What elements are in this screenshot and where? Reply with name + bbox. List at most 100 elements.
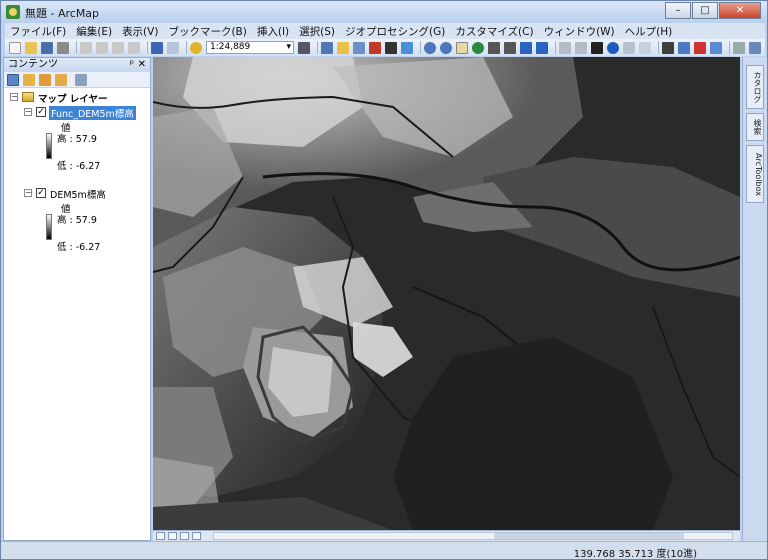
list-by-drawing-order-icon[interactable] <box>7 73 19 86</box>
forward-extent-icon[interactable] <box>536 41 548 54</box>
new-document-icon[interactable] <box>9 41 21 54</box>
horizontal-scrollbar[interactable] <box>213 532 733 540</box>
toc-options-icon[interactable] <box>75 73 87 86</box>
title-bar: 無題 - ArcMap – □ ✕ <box>1 1 767 23</box>
catalog-window-icon[interactable] <box>337 41 349 54</box>
select-by-rectangle-icon[interactable] <box>559 41 571 54</box>
layer-2-visibility-checkbox[interactable]: ✓ <box>36 188 46 198</box>
table-of-contents-panel: コンテンツ ᵖ ✕ − マップ レイヤー − ✓ Func_DEM5m標高 値 … <box>3 57 151 541</box>
create-viewer-window-icon[interactable] <box>749 41 761 54</box>
pause-drawing-button[interactable] <box>192 532 201 540</box>
model-builder-icon[interactable] <box>401 41 413 54</box>
select-elements-arrow-icon[interactable] <box>591 41 603 54</box>
fixed-zoom-in-icon[interactable] <box>488 41 500 54</box>
save-icon[interactable] <box>41 41 53 54</box>
delete-icon[interactable] <box>128 41 140 54</box>
time-slider-icon[interactable] <box>733 41 745 54</box>
menu-bookmarks[interactable]: ブックマーク(B) <box>163 24 251 39</box>
find-route-icon[interactable] <box>678 41 690 54</box>
menu-view[interactable]: 表示(V) <box>117 24 163 39</box>
full-extent-icon[interactable] <box>472 41 484 54</box>
layer-2-name[interactable]: DEM5m標高 <box>50 187 106 201</box>
cut-icon[interactable] <box>80 41 92 54</box>
arctoolbox-icon[interactable] <box>369 41 381 54</box>
find-binoculars-icon[interactable] <box>662 41 674 54</box>
coordinate-readout: 139.768 35.713 度(10進) <box>573 549 697 560</box>
layer-2-low-label: 低 : -6.27 <box>57 242 101 253</box>
toc-close-icon[interactable]: ✕ <box>138 58 146 72</box>
collapse-toggle-layer-1[interactable]: − <box>24 108 32 116</box>
html-popup-icon[interactable] <box>623 41 635 54</box>
layers-group-icon <box>22 92 34 102</box>
back-extent-icon[interactable] <box>520 41 532 54</box>
measure-icon[interactable] <box>710 41 722 54</box>
map-scale-dropdown[interactable]: 1:24,889 <box>206 41 294 54</box>
map-view-controls <box>153 530 740 541</box>
layer-1-visibility-checkbox[interactable]: ✓ <box>36 107 46 117</box>
layer-1-low-label: 低 : -6.27 <box>57 161 101 172</box>
toolbar-separator <box>658 41 659 54</box>
add-data-icon[interactable] <box>190 41 202 54</box>
maximize-button[interactable]: □ <box>692 2 718 19</box>
zoom-in-icon[interactable] <box>424 41 436 54</box>
map-display[interactable] <box>153 57 740 530</box>
toolbar-separator <box>555 41 556 54</box>
minimize-button[interactable]: – <box>665 2 691 19</box>
catalog-tab[interactable]: カタログ <box>746 65 764 109</box>
go-to-xy-icon[interactable] <box>694 41 706 54</box>
redo-icon[interactable] <box>167 41 179 54</box>
list-by-visibility-icon[interactable] <box>39 73 51 86</box>
undo-icon[interactable] <box>151 41 163 54</box>
toc-toolbar <box>4 72 150 88</box>
layer-1-name[interactable]: Func_DEM5m標高 <box>49 106 136 120</box>
zoom-out-icon[interactable] <box>440 41 452 54</box>
toolbar-separator <box>729 41 730 54</box>
pan-hand-icon[interactable] <box>456 41 468 54</box>
layer-1-stretch-ramp <box>46 133 52 159</box>
menu-geoprocessing[interactable]: ジオプロセシング(G) <box>340 24 450 39</box>
arcmap-app-icon <box>6 5 20 19</box>
copy-icon[interactable] <box>96 41 108 54</box>
toc-header: コンテンツ ᵖ ✕ <box>4 58 150 72</box>
list-by-selection-icon[interactable] <box>55 73 67 86</box>
close-button[interactable]: ✕ <box>719 2 761 19</box>
menu-edit[interactable]: 編集(E) <box>71 24 117 39</box>
window-title: 無題 - ArcMap <box>25 7 100 20</box>
menu-insert[interactable]: 挿入(I) <box>252 24 294 39</box>
clear-selection-icon[interactable] <box>575 41 587 54</box>
dem-raster <box>153 57 740 530</box>
python-window-icon[interactable] <box>385 41 397 54</box>
layer-1-high-label: 高 : 57.9 <box>57 134 97 145</box>
toolbar-separator <box>147 41 148 54</box>
open-folder-icon[interactable] <box>25 41 37 54</box>
refresh-view-button[interactable] <box>180 532 189 540</box>
search-window-icon[interactable] <box>353 41 365 54</box>
hyperlink-icon[interactable] <box>639 41 651 54</box>
pin-icon[interactable]: ᵖ <box>130 58 134 72</box>
layout-view-button[interactable] <box>168 532 177 540</box>
menu-windows[interactable]: ウィンドウ(W) <box>539 24 620 39</box>
search-tab[interactable]: 検索 <box>746 113 764 141</box>
print-icon[interactable] <box>57 41 69 54</box>
toolbar-separator <box>420 41 421 54</box>
table-of-contents-icon[interactable] <box>321 41 333 54</box>
toolbar-separator <box>317 41 318 54</box>
map-layers-root[interactable]: マップ レイヤー <box>38 91 108 105</box>
data-view-button[interactable] <box>156 532 165 540</box>
list-by-source-icon[interactable] <box>23 73 35 86</box>
menu-file[interactable]: ファイル(F) <box>5 24 71 39</box>
identify-icon[interactable] <box>607 41 619 54</box>
collapse-toggle-layer-2[interactable]: − <box>24 189 32 197</box>
menu-selection[interactable]: 選択(S) <box>294 24 340 39</box>
menu-help[interactable]: ヘルプ(H) <box>620 24 678 39</box>
menu-customize[interactable]: カスタマイズ(C) <box>450 24 538 39</box>
paste-icon[interactable] <box>112 41 124 54</box>
window-controls: – □ ✕ <box>664 2 761 19</box>
fixed-zoom-out-icon[interactable] <box>504 41 516 54</box>
editor-toolbar-icon[interactable] <box>298 41 310 54</box>
layer-2-high-label: 高 : 57.9 <box>57 215 97 226</box>
arctoolbox-tab[interactable]: ArcToolbox <box>746 145 764 203</box>
toolbar-separator <box>186 41 187 54</box>
collapse-toggle-root[interactable]: − <box>10 93 18 101</box>
horizontal-scroll-thumb[interactable] <box>494 533 684 539</box>
